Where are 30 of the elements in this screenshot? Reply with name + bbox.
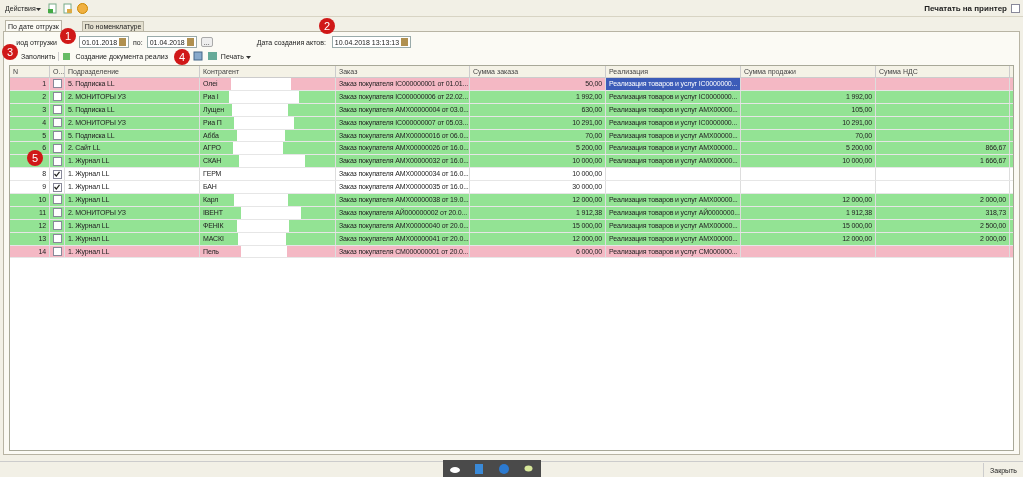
calendar-icon[interactable] bbox=[119, 38, 127, 46]
row-checkbox[interactable] bbox=[52, 208, 62, 218]
app-icon[interactable] bbox=[498, 463, 509, 474]
row-checkbox[interactable] bbox=[52, 221, 62, 231]
row-checkbox[interactable] bbox=[52, 156, 62, 166]
annotation-marker: 3 bbox=[2, 44, 18, 60]
redaction-mark bbox=[231, 78, 292, 90]
row-checkbox[interactable] bbox=[52, 79, 62, 89]
redaction-mark bbox=[234, 194, 289, 206]
row-checkbox[interactable] bbox=[52, 131, 62, 140]
row-checkbox[interactable] bbox=[52, 195, 62, 205]
row-checkbox[interactable] bbox=[52, 182, 62, 192]
row-checkbox[interactable] bbox=[52, 92, 62, 102]
caret-icon bbox=[245, 55, 251, 59]
row-checkbox[interactable] bbox=[52, 118, 62, 128]
row-checkbox[interactable] bbox=[52, 105, 62, 115]
row-checkbox[interactable] bbox=[52, 247, 62, 256]
annotation-marker: 1 bbox=[60, 28, 76, 44]
row-checkbox[interactable] bbox=[52, 234, 62, 244]
app-icon[interactable] bbox=[475, 463, 484, 474]
annotation-marker: 2 bbox=[319, 18, 335, 34]
row-checkbox[interactable] bbox=[52, 169, 62, 179]
redaction-mark bbox=[239, 155, 306, 168]
calendar-icon[interactable] bbox=[186, 38, 194, 46]
caret-icon bbox=[35, 7, 41, 11]
calendar-icon[interactable] bbox=[401, 38, 409, 46]
print-checkbox[interactable] bbox=[1011, 3, 1020, 13]
redaction-mark bbox=[232, 142, 283, 155]
print-on-printer-label: Печатать на принтер bbox=[924, 3, 1007, 13]
row-checkbox[interactable] bbox=[52, 143, 62, 153]
